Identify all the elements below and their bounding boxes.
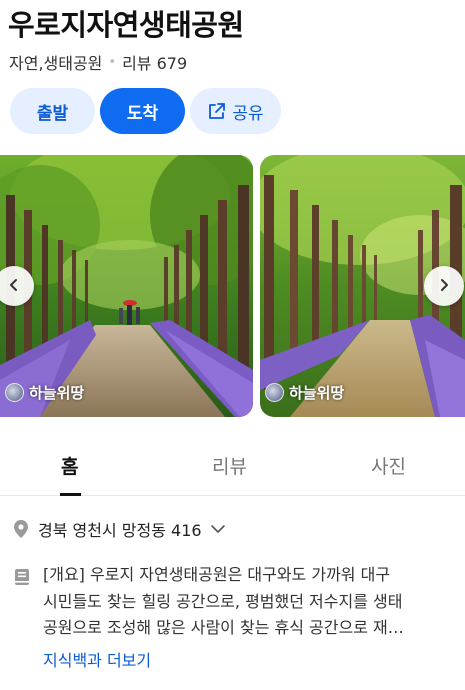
place-title: 우로지자연생태공원 [8, 8, 244, 42]
share-label: 공유 [232, 103, 264, 124]
photo-credit: 하늘위땅 [5, 382, 84, 403]
chevron-down-icon [210, 523, 226, 535]
photo-credit: 하늘위땅 [265, 382, 344, 403]
active-tab-indicator [60, 493, 81, 496]
photo-image [0, 155, 253, 417]
place-category: 자연,생태공원 [9, 54, 103, 73]
summary-text: [개요] 우로지 자연생태공원은 대구와도 가까워 대구 시민들도 찾는 힐링 … [43, 562, 461, 642]
chevron-left-icon [7, 277, 21, 296]
summary-line: 시민들도 찾는 힐링 공간으로, 평범했던 저수지를 생태 [43, 591, 403, 611]
chevron-right-icon [437, 277, 451, 296]
summary-line: 공원으로 조성해 많은 사람이 찾는 휴식 공간으로 재… [43, 618, 404, 637]
address-text: 경북 영천시 망정동 416 [38, 521, 202, 540]
photo-card[interactable]: 하늘위땅 [0, 155, 253, 417]
location-pin-icon [12, 519, 30, 539]
avatar [5, 383, 24, 402]
book-icon [13, 567, 31, 591]
tab-photo[interactable]: 사진 [371, 452, 406, 479]
separator-dot: • [108, 54, 117, 70]
address-row[interactable]: 경북 영천시 망정동 416 [12, 517, 226, 541]
tab-home[interactable]: 홈 [61, 452, 78, 479]
carousel-next-button[interactable] [424, 266, 464, 306]
avatar [265, 383, 284, 402]
encyclopedia-more-link[interactable]: 지식백과 더보기 [43, 647, 151, 671]
place-meta: 자연,생태공원 • 리뷰 679 [9, 50, 187, 74]
arrive-button[interactable]: 도착 [100, 88, 185, 134]
share-button[interactable]: 공유 [190, 88, 281, 134]
photo-credit-name: 하늘위땅 [289, 384, 345, 402]
tab-review[interactable]: 리뷰 [212, 452, 247, 479]
photo-credit-name: 하늘위땅 [29, 384, 85, 402]
review-count-link[interactable]: 리뷰 679 [122, 50, 187, 74]
tab-bar: 홈 리뷰 사진 [0, 440, 465, 496]
summary-line: [개요] 우로지 자연생태공원은 대구와도 가까워 대구 [43, 565, 391, 584]
share-icon [207, 102, 227, 120]
depart-button[interactable]: 출발 [10, 88, 95, 134]
